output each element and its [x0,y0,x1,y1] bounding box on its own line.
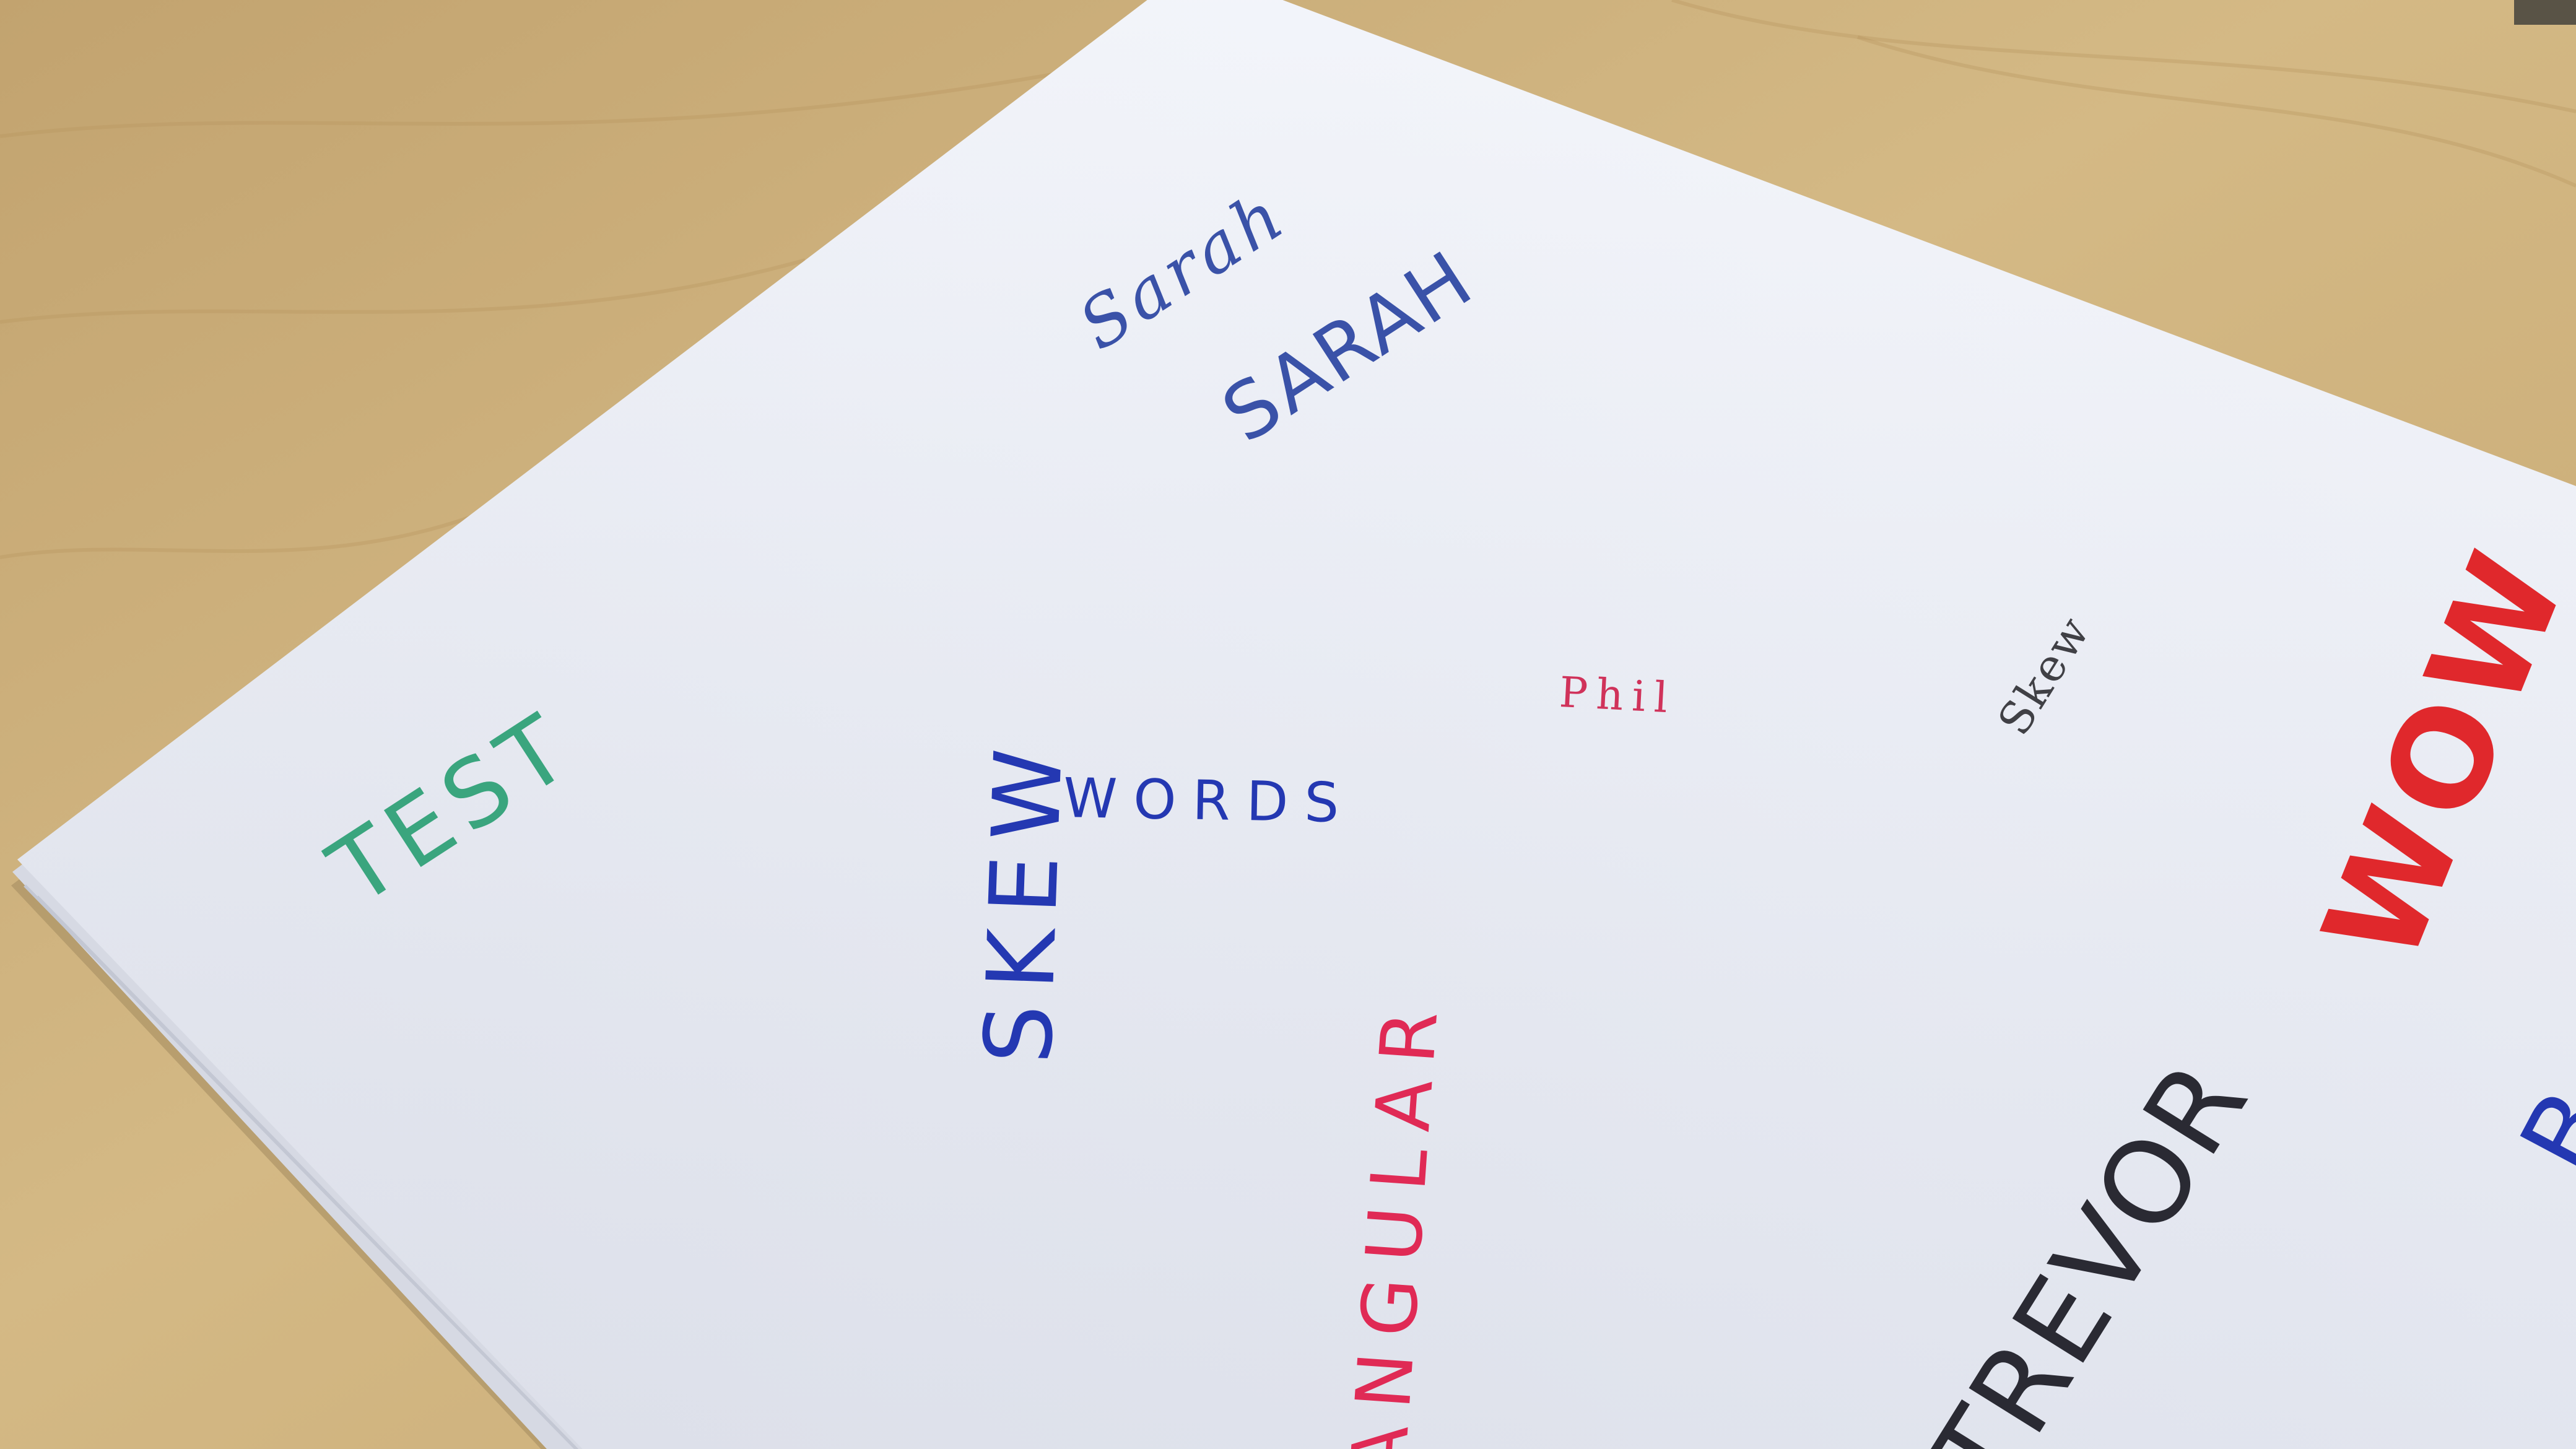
handwritten-word-skew-vertical: SKEW [965,732,1084,1066]
dark-object-corner [2514,0,2576,25]
handwritten-word-words: WORDS [1063,766,1356,835]
photo-scene: TEST Sarah SARAH SKEW WORDS Phil Skew WO… [0,0,2576,1449]
handwritten-word-phil: Phil [1558,668,1678,723]
